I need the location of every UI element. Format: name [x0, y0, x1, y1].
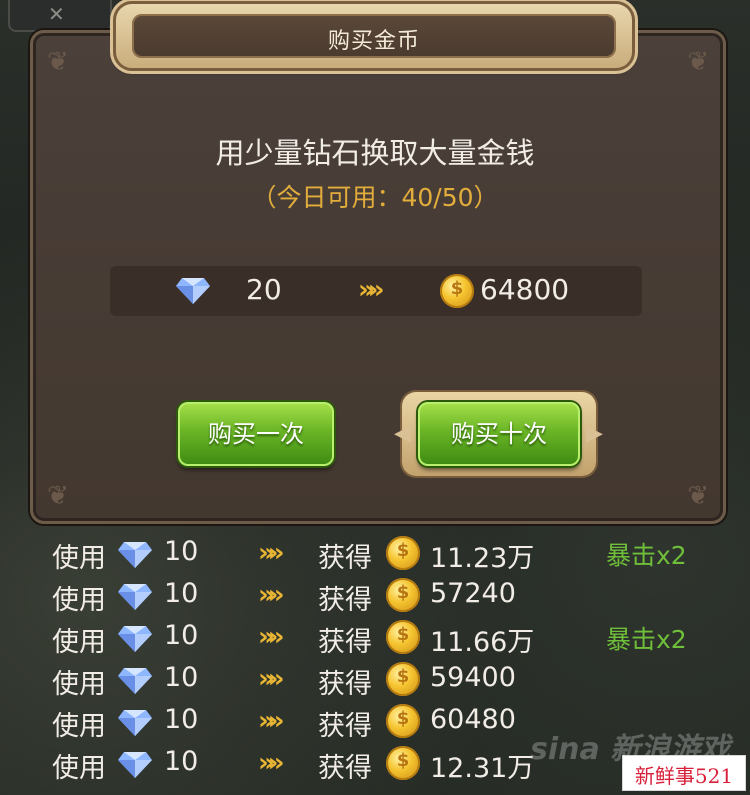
- dialog-heading: 用少量钻石换取大量金钱: [215, 136, 535, 170]
- use-label: 使用: [52, 669, 106, 700]
- log-cost: 10: [164, 662, 199, 693]
- log-cost: 10: [164, 620, 199, 651]
- corner-ornament-icon: ❦: [47, 47, 69, 77]
- frame-right-arrow-icon: ▶: [586, 421, 603, 446]
- crit-label: 暴击x2: [606, 625, 687, 654]
- dialog-title-plate: 购买金币: [116, 4, 632, 68]
- log-gain: 60480: [430, 704, 516, 735]
- triple-chevron-icon: »»: [258, 538, 284, 568]
- back-button[interactable]: ✕: [8, 0, 112, 32]
- log-gain: 59400: [430, 662, 516, 693]
- log-cost: 10: [164, 704, 199, 735]
- triple-chevron-icon: »»: [258, 580, 284, 610]
- diamond-icon: [118, 752, 152, 778]
- gain-label: 获得: [318, 585, 372, 616]
- corner-ornament-icon: ❦: [687, 481, 709, 511]
- gain-label: 获得: [318, 627, 372, 658]
- log-row: 使用 10 »» 获得 11.23万 暴击x2: [0, 532, 750, 574]
- use-label: 使用: [52, 753, 106, 784]
- log-row: 使用 10 »» 获得 11.66万 暴击x2: [0, 616, 750, 658]
- log-row: 使用 10 »» 获得 59400: [0, 658, 750, 700]
- gain-label: 获得: [318, 711, 372, 742]
- log-cost: 10: [164, 746, 199, 777]
- gain-label: 获得: [318, 669, 372, 700]
- triple-chevron-icon: »»: [258, 664, 284, 694]
- diamond-icon: [118, 542, 152, 568]
- diamond-icon: [118, 668, 152, 694]
- triple-chevron-icon: »»: [358, 275, 384, 305]
- site-watermark-text: 新鲜事521: [634, 764, 734, 788]
- log-cost: 10: [164, 536, 199, 567]
- gold-coin-icon: [386, 746, 420, 780]
- corner-ornament-icon: ❦: [687, 47, 709, 77]
- gain-label: 获得: [318, 543, 372, 574]
- log-gain: 11.23万: [430, 543, 535, 574]
- gold-coin-icon: [386, 620, 420, 654]
- use-label: 使用: [52, 585, 106, 616]
- gold-coin-icon: [386, 704, 420, 738]
- use-label: 使用: [52, 711, 106, 742]
- gold-coin-icon: [386, 578, 420, 612]
- gold-coin-icon: [440, 274, 474, 308]
- dialog-title-inner: 购买金币: [132, 14, 616, 58]
- frame-left-arrow-icon: ◀: [394, 421, 411, 446]
- diamond-icon: [118, 710, 152, 736]
- use-label: 使用: [52, 627, 106, 658]
- triple-chevron-icon: »»: [258, 748, 284, 778]
- corner-ornament-icon: ❦: [47, 481, 69, 511]
- exchange-rate-bar: 20 »» 64800: [110, 266, 642, 316]
- close-icon: ✕: [48, 2, 65, 26]
- dialog-title: 购买金币: [327, 29, 420, 54]
- log-row: 使用 10 »» 获得 57240: [0, 574, 750, 616]
- diamond-icon: [118, 626, 152, 652]
- log-cost: 10: [164, 578, 199, 609]
- log-gain: 12.31万: [430, 753, 535, 784]
- diamond-cost: 20: [246, 273, 282, 306]
- gold-coin-icon: [386, 662, 420, 696]
- gold-amount: 64800: [480, 273, 570, 306]
- daily-limit-text: （今日可用：40/50）: [251, 183, 499, 212]
- log-gain: 57240: [430, 578, 516, 609]
- triple-chevron-icon: »»: [258, 622, 284, 652]
- diamond-icon: [118, 584, 152, 610]
- gain-label: 获得: [318, 753, 372, 784]
- buy-once-button[interactable]: 购买一次: [178, 402, 334, 466]
- log-gain: 11.66万: [430, 627, 535, 658]
- site-watermark: 新鲜事521: [622, 755, 746, 791]
- crit-label: 暴击x2: [606, 541, 687, 570]
- diamond-icon: [176, 278, 210, 304]
- buy-ten-button[interactable]: 购买十次: [418, 402, 580, 466]
- use-label: 使用: [52, 543, 106, 574]
- triple-chevron-icon: »»: [258, 706, 284, 736]
- gold-coin-icon: [386, 536, 420, 570]
